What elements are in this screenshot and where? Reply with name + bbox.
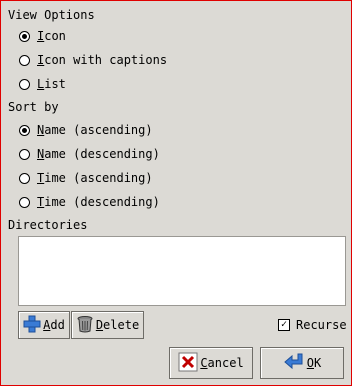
radio-indicator[interactable] — [19, 30, 30, 42]
directories-list[interactable] — [18, 236, 346, 306]
radio-indicator[interactable] — [19, 148, 30, 160]
recurse-label: Recurse — [296, 318, 347, 332]
add-directory-button[interactable]: Add — [18, 311, 70, 339]
radio-indicator[interactable] — [19, 196, 30, 208]
sort-by-heading: Sort by — [8, 100, 59, 114]
radio-label: Icon — [37, 29, 66, 43]
directories-heading: Directories — [8, 218, 88, 232]
recurse-checkbox[interactable]: ✓ Recurse — [278, 317, 347, 333]
radio-sort-time-ascending[interactable]: Time (ascending) — [19, 169, 153, 187]
radio-sort-name-ascending[interactable]: Name (ascending) — [19, 121, 153, 139]
radio-label: List — [37, 77, 66, 91]
plus-icon — [23, 315, 41, 336]
trash-can-icon — [76, 315, 94, 336]
radio-label: Name (ascending) — [37, 123, 153, 137]
delete-directory-button[interactable]: Delete — [71, 311, 144, 339]
radio-label: Icon with captions — [37, 53, 168, 67]
radio-label: Time (ascending) — [37, 171, 153, 185]
radio-view-icon[interactable]: Icon — [19, 27, 66, 45]
radio-view-icon-with-captions[interactable]: Icon with captions — [19, 51, 167, 69]
radio-label: Time (descending) — [37, 195, 160, 209]
radio-sort-name-descending[interactable]: Name (descending) — [19, 145, 160, 163]
view-options-dialog: View Options Icon Icon with captions Lis… — [0, 0, 352, 386]
ok-arrow-icon — [283, 352, 305, 375]
checkbox-indicator[interactable]: ✓ — [278, 319, 290, 331]
radio-sort-time-descending[interactable]: Time (descending) — [19, 193, 160, 211]
radio-indicator[interactable] — [19, 54, 30, 66]
ok-button-label: OK — [306, 356, 322, 370]
radio-indicator[interactable] — [19, 124, 30, 136]
cancel-x-icon — [178, 352, 198, 375]
radio-label: Name (descending) — [37, 147, 160, 161]
ok-button[interactable]: OK — [260, 347, 344, 379]
radio-view-list[interactable]: List — [19, 75, 66, 93]
radio-indicator[interactable] — [19, 172, 30, 184]
radio-indicator[interactable] — [19, 78, 30, 90]
cancel-button-label: Cancel — [200, 356, 244, 370]
cancel-button[interactable]: Cancel — [169, 347, 253, 379]
view-options-heading: View Options — [8, 8, 95, 22]
delete-button-label: Delete — [95, 318, 140, 332]
add-button-label: Add — [43, 318, 65, 332]
